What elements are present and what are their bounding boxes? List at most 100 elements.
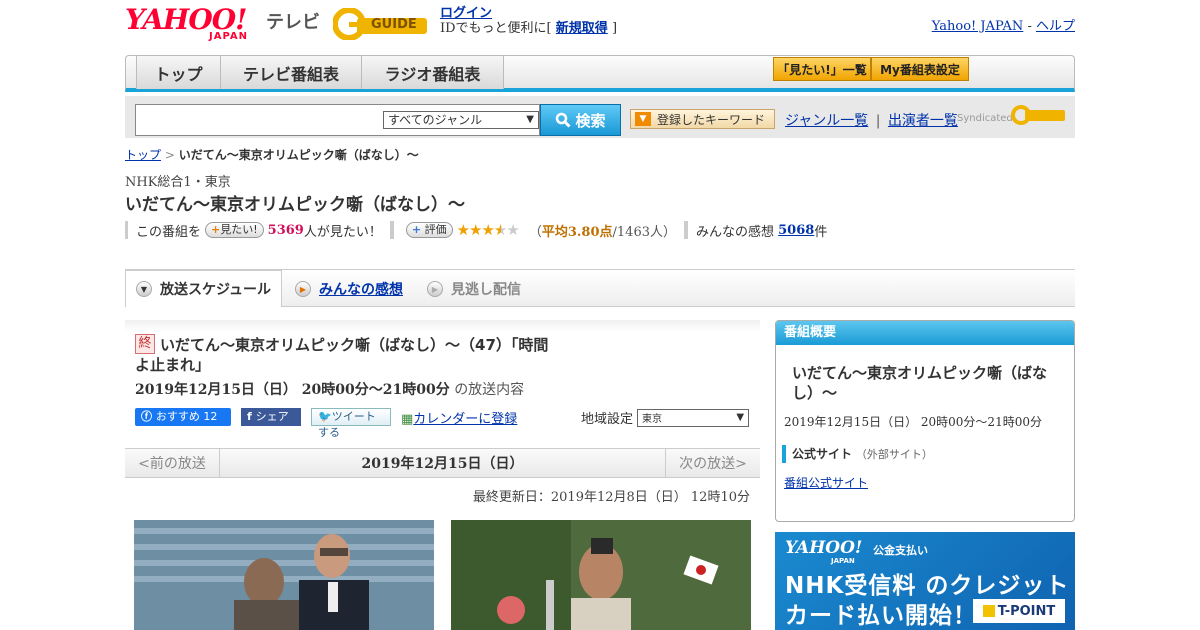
search-button-label: 検索 <box>575 111 606 130</box>
next-broadcast-button[interactable]: 次の放送> <box>665 449 760 477</box>
nhk-fee-ad-banner[interactable]: YAHOO! JAPAN 公金支払い NHK受信料 のクレジット カード払い開始… <box>775 532 1075 630</box>
yahoo-logo-japan: JAPAN <box>209 31 248 42</box>
stadium-officials-image <box>134 520 434 630</box>
tab-schedule[interactable]: ▼ 放送スケジュール <box>125 270 282 307</box>
facebook-recommend-label: おすすめ 12 <box>155 410 218 423</box>
meta-divider <box>389 221 394 239</box>
tv-logo-label[interactable]: テレビ <box>266 8 320 34</box>
gguide-logo-word: GUIDE <box>371 17 417 32</box>
region-select[interactable]: 東京 ▼ <box>637 408 750 427</box>
genre-list-link[interactable]: ジャンル一覧 <box>785 113 868 129</box>
want-button[interactable]: +見たい! <box>205 222 264 238</box>
episode-date-suffix: の放送内容 <box>454 382 525 398</box>
genre-select-value: すべてのジャンル <box>388 113 483 127</box>
last-updated: 最終更新日：2019年12月8日（日） 12時10分 <box>472 490 750 505</box>
rating-stars: ★★★★★ <box>456 221 520 239</box>
program-summary-heading: 番組概要 <box>776 321 1074 345</box>
facebook-icon: ⓕ <box>141 410 156 423</box>
impressions-label: みんなの感想 <box>695 224 774 240</box>
plus-icon: + <box>411 223 422 236</box>
official-site-note: （外部サイト） <box>855 448 933 461</box>
nav-tab-top[interactable]: トップ <box>136 56 221 89</box>
episode-photo-1 <box>134 520 434 630</box>
impressions-unit: 件 <box>814 224 828 240</box>
help-link[interactable]: ヘルプ <box>1036 19 1075 34</box>
login-link[interactable]: ログイン <box>440 6 492 21</box>
yahoo-logo-word: YAHOO! <box>125 3 247 36</box>
rating-average: 平均3.80点 <box>541 224 613 240</box>
region-select-value: 東京 <box>642 413 663 425</box>
main-nav: トップ テレビ番組表 ラジオ番組表 「見たい!」一覧 My番組表設定 <box>125 55 1075 92</box>
want-button-label: 見たい! <box>220 223 258 236</box>
episode-title-line1: いだてん～東京オリムピック噺（ばなし）～（47）「時間 <box>160 336 549 354</box>
breadcrumb-arrow: > <box>161 148 179 162</box>
search-links: ジャンル一覧 | 出演者一覧 <box>785 110 958 130</box>
want-count: 5369 <box>267 222 304 238</box>
arrow-right-circle-icon: ▶ <box>427 281 443 297</box>
facebook-icon: f <box>247 410 256 423</box>
want-suffix: 人が見たい！ <box>303 224 382 240</box>
ad-yahoo-japan: JAPAN <box>831 557 855 565</box>
genre-select[interactable]: すべてのジャンル ▼ <box>383 111 539 129</box>
empty-star-icon: ★ <box>506 221 519 239</box>
episode-header: 終 いだてん～東京オリムピック噺（ばなし）～（47）「時間 よ止まれ」 2019… <box>125 320 760 440</box>
breadcrumb-top-link[interactable]: トップ <box>125 148 161 162</box>
breadcrumb: トップ > いだてん～東京オリムピック噺（ばなし）～ <box>125 146 419 163</box>
yahoo-japan-link[interactable]: Yahoo! JAPAN <box>932 19 1024 34</box>
ad-yahoo-logo: YAHOO! <box>785 538 863 558</box>
share-buttons: ⓕ おすすめ 12 f シェア 🐦ツイートする ▦カレンダーに登録 <box>135 408 517 439</box>
rating-open: （ <box>528 224 542 240</box>
search-button[interactable]: 検索 <box>540 104 621 136</box>
gguide-logo[interactable]: GUIDE <box>332 7 431 41</box>
episode-datetime: 2019年12月15日（日） 20時00分～21時00分 の放送内容 <box>135 379 524 399</box>
current-broadcast-date: 2019年12月15日（日） <box>361 456 524 472</box>
registered-keyword-button[interactable]: ▼ 登録したキーワード <box>630 109 775 129</box>
official-site-link-wrap: 番組公式サイト <box>784 474 868 491</box>
tab-impressions-label: みんなの感想 <box>319 282 403 298</box>
rating-count: /1463人） <box>612 224 676 240</box>
program-summary-date: 2019年12月15日（日） 20時00分～21時00分 <box>784 415 1042 429</box>
header-link-separator: - <box>1023 19 1036 34</box>
region-setting: 地域設定 東京 ▼ <box>581 408 750 427</box>
facebook-recommend-button[interactable]: ⓕ おすすめ 12 <box>135 408 231 426</box>
ad-headline-2: カード払い開始！ <box>785 603 977 629</box>
nav-tab-tv-schedule[interactable]: テレビ番組表 <box>221 56 362 89</box>
ad-public-payment: 公金支払い <box>873 544 928 557</box>
search-icon <box>556 112 572 128</box>
tweet-button[interactable]: 🐦ツイートする <box>311 408 391 439</box>
torch-runner-image <box>451 520 751 630</box>
tpoint-label: T-POINT <box>997 603 1056 619</box>
chevron-down-icon: ▼ <box>526 114 534 125</box>
performer-list-link[interactable]: 出演者一覧 <box>888 113 958 129</box>
yahoo-japan-logo[interactable]: YAHOO! JAPAN <box>125 3 265 43</box>
arrow-right-circle-icon: ▶ <box>295 281 311 297</box>
tab-impressions[interactable]: ▶ みんなの感想 <box>295 272 403 306</box>
tpoint-badge: T-POINT <box>973 599 1065 623</box>
facebook-share-button[interactable]: f シェア <box>241 408 301 426</box>
nav-tab-radio-schedule[interactable]: ラジオ番組表 <box>362 56 504 89</box>
signup-link[interactable]: 新規取得 <box>556 21 608 36</box>
impressions-count-link[interactable]: 5068 <box>778 223 814 238</box>
rate-button-label: 評価 <box>424 223 447 236</box>
region-label: 地域設定 <box>581 412 634 427</box>
page-title: いだてん～東京オリムピック噺（ばなし）～ <box>125 195 465 215</box>
login-area: ログイン IDでもっと便利に[ 新規取得 ] <box>440 6 617 36</box>
my-schedule-button[interactable]: My番組表設定 <box>871 57 969 81</box>
episode-date: 2019年12月15日（日） 20時00分～21時00分 <box>135 382 450 398</box>
gguide-small-logo-icon <box>1011 105 1065 125</box>
login-prompt-close: ] <box>611 21 618 36</box>
header-links: Yahoo! JAPAN - ヘルプ <box>932 15 1075 34</box>
official-site-heading: 公式サイト （外部サイト） <box>782 445 933 463</box>
chevron-down-icon: ▼ <box>736 411 745 423</box>
official-site-link[interactable]: 番組公式サイト <box>784 476 868 490</box>
registered-keyword-label: 登録したキーワード <box>657 112 766 127</box>
calendar-register[interactable]: ▦カレンダーに登録 <box>401 408 517 427</box>
rate-button[interactable]: + 評価 <box>405 222 453 238</box>
program-tabs: ▼ 放送スケジュール ▶ みんなの感想 ▶ 見逃し配信 <box>125 269 1075 307</box>
prev-broadcast-button[interactable]: <前の放送 <box>125 449 220 477</box>
tab-vod[interactable]: ▶ 見逃し配信 <box>427 272 521 306</box>
want-list-button[interactable]: 「見たい!」一覧 <box>773 57 871 81</box>
final-episode-badge: 終 <box>135 334 155 354</box>
tab-vod-label: 見逃し配信 <box>451 282 521 298</box>
meta-divider <box>683 221 688 239</box>
